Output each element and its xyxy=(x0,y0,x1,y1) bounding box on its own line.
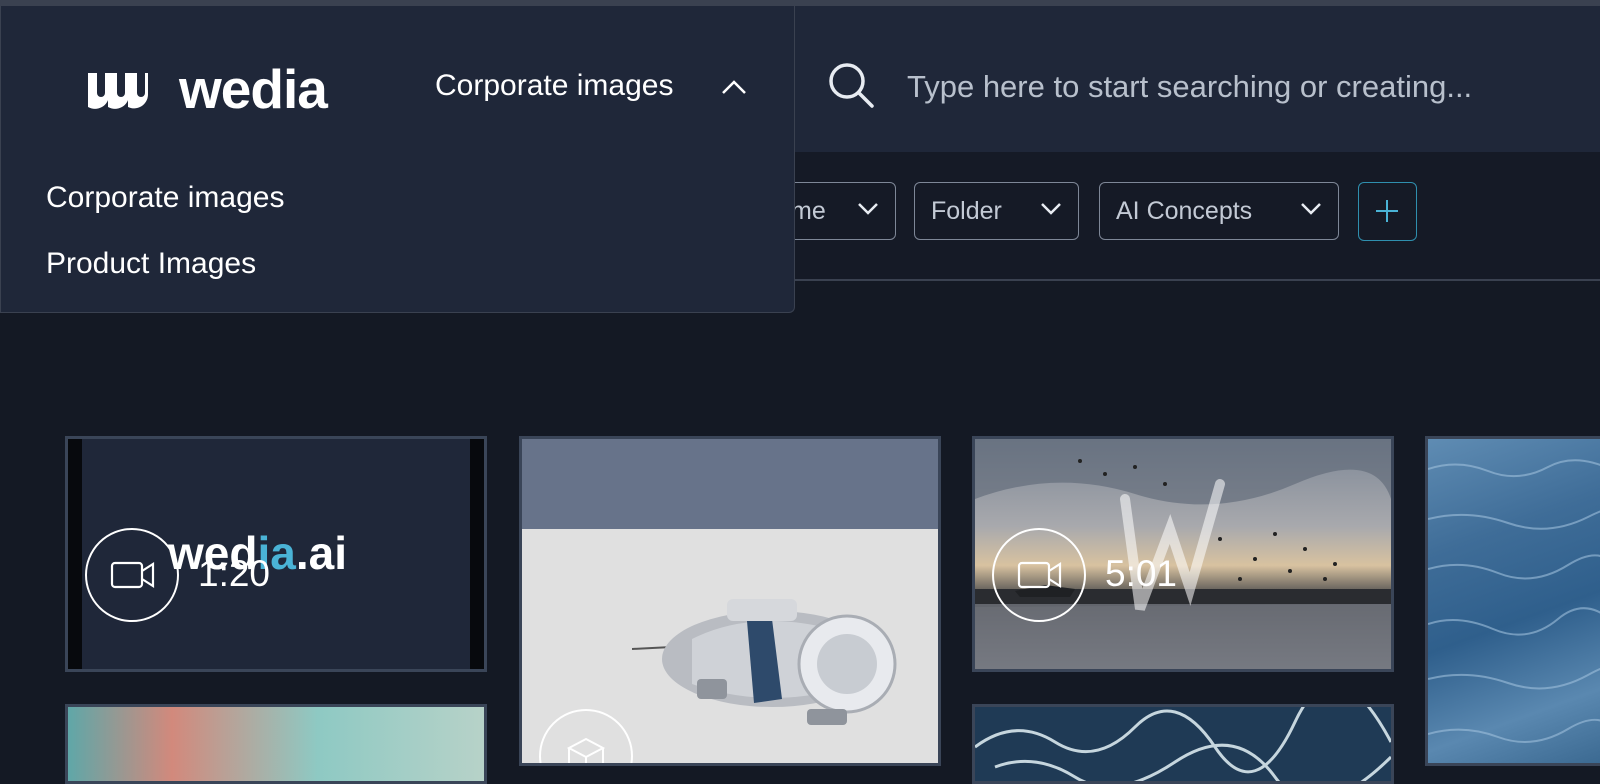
chevron-down-icon xyxy=(858,203,878,215)
filter-chip-label: me xyxy=(791,196,826,225)
search-input[interactable] xyxy=(905,64,1569,110)
filter-chip-label: AI Concepts xyxy=(1116,196,1253,225)
search-icon[interactable] xyxy=(826,60,876,110)
collection-selector[interactable]: Corporate images xyxy=(435,61,746,111)
submarine-image xyxy=(632,599,897,725)
asset-card-3d-submarine[interactable] xyxy=(519,436,941,766)
video-letterbox-left xyxy=(68,439,82,669)
add-filter-button[interactable] xyxy=(1358,182,1417,241)
filter-chip-folder[interactable]: Folder xyxy=(914,182,1079,240)
dropdown-item-corporate-images[interactable]: Corporate images xyxy=(46,178,284,218)
video-camera-icon xyxy=(110,561,155,589)
asset-card-blurred-colors[interactable] xyxy=(65,704,487,784)
video-duration: 5:01 xyxy=(1105,553,1178,594)
video-duration: 1:20 xyxy=(198,553,271,594)
asset-card-video-wedia[interactable]: wedia.ai 1:20 xyxy=(65,436,487,672)
thumbnail-top-band xyxy=(522,439,938,529)
video-camera-icon xyxy=(1017,561,1062,589)
collection-dropdown: wedia Corporate images Corporate images … xyxy=(0,6,795,313)
wedia-logo-text: wedia xyxy=(179,58,328,120)
dropdown-item-product-images[interactable]: Product Images xyxy=(46,244,256,284)
3d-model-badge xyxy=(539,709,633,763)
ocean-foam-image xyxy=(975,707,1391,781)
asset-card-ocean-foam[interactable] xyxy=(972,704,1394,784)
chevron-down-icon xyxy=(1301,203,1321,215)
filter-chip-label: Folder xyxy=(931,196,1002,225)
asset-card-ocean-waves[interactable] xyxy=(1425,436,1600,766)
collection-selector-label: Corporate images xyxy=(435,69,674,102)
chevron-up-icon xyxy=(722,80,746,94)
asset-card-video-sunset[interactable]: 5:01 xyxy=(972,436,1394,672)
plus-icon xyxy=(1376,200,1398,222)
chevron-down-icon xyxy=(1041,203,1061,215)
wedia-logo-icon xyxy=(88,73,148,109)
filter-chip-ai-concepts[interactable]: AI Concepts xyxy=(1099,182,1339,240)
video-letterbox-right xyxy=(470,439,484,669)
video-badge xyxy=(85,528,179,622)
cube-icon xyxy=(566,737,606,763)
ocean-waves-image xyxy=(1428,459,1600,743)
video-badge xyxy=(992,528,1086,622)
